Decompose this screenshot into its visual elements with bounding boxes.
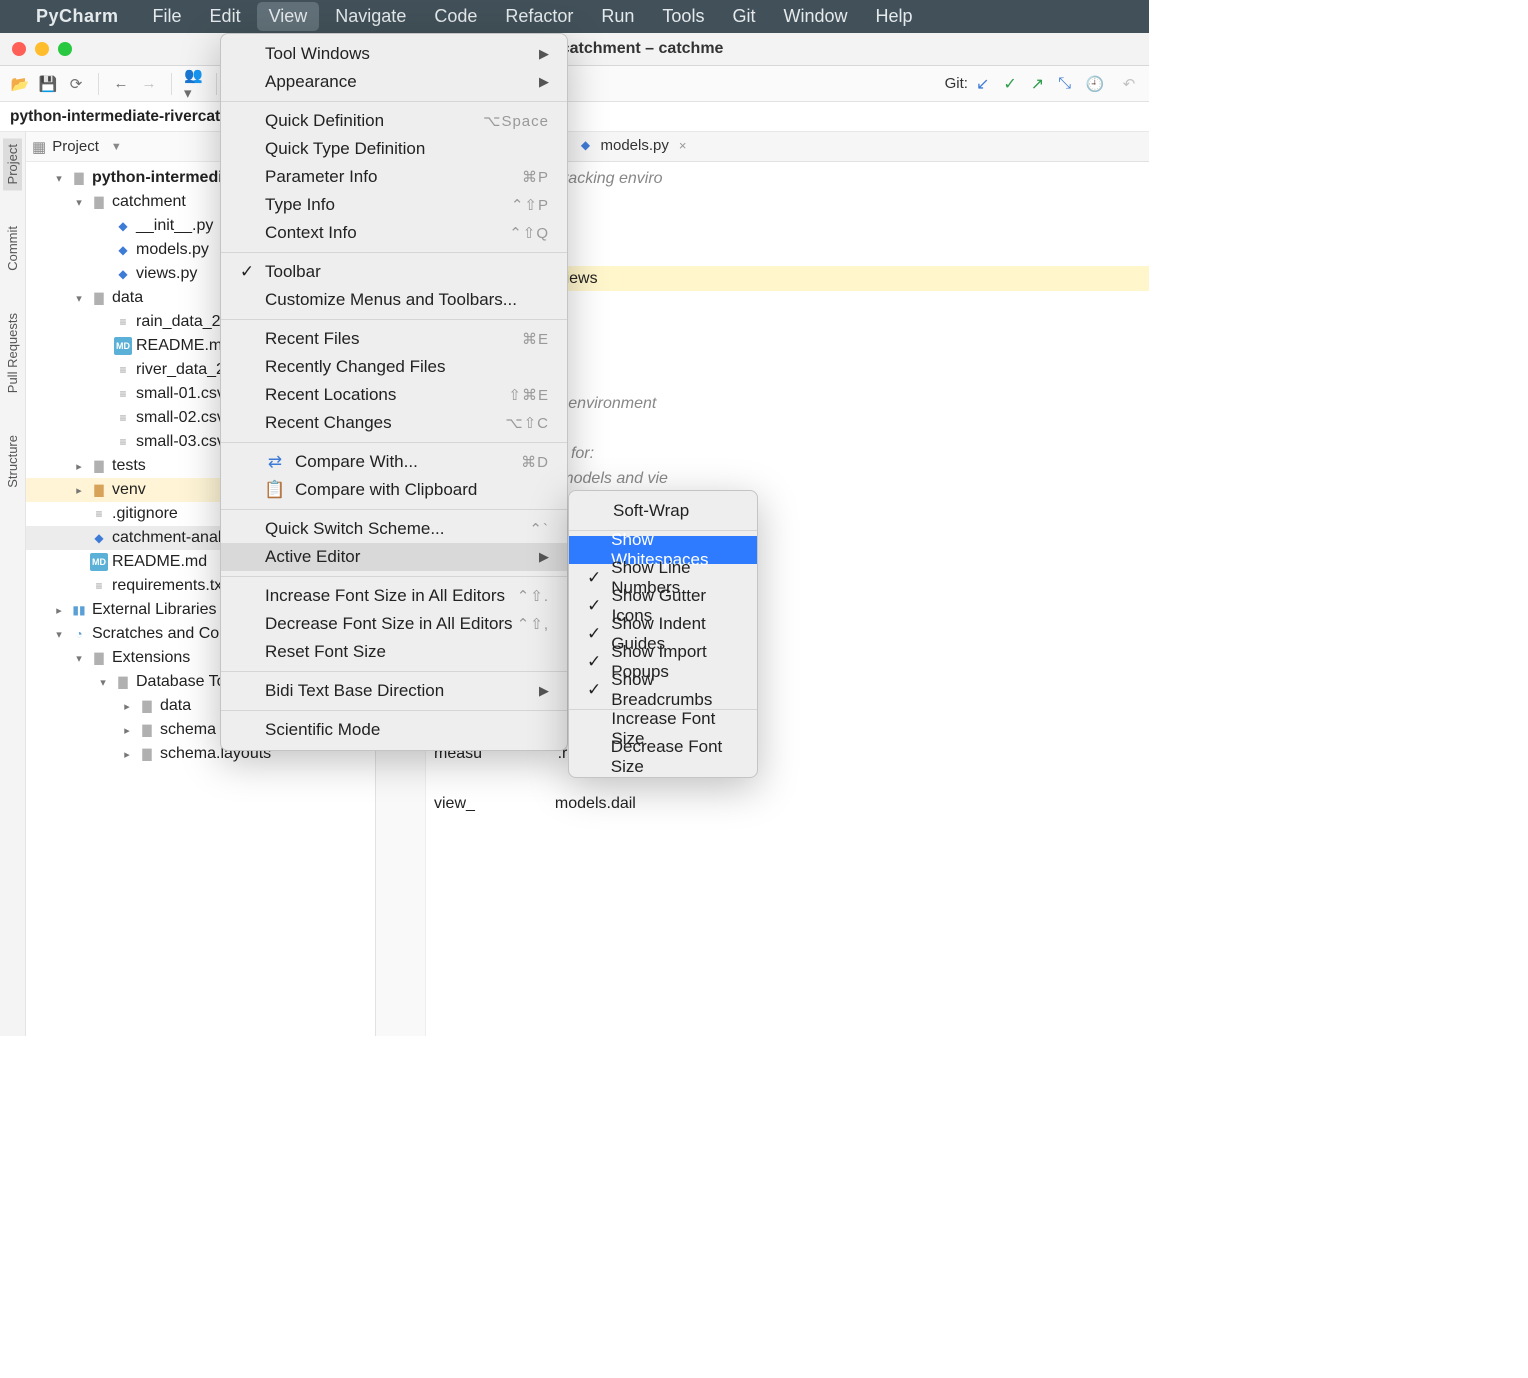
git-pull-icon[interactable]: ↙: [976, 74, 989, 94]
menu-item-bidi-text-base-direction[interactable]: Bidi Text Base Direction▶: [221, 677, 567, 705]
menu-item-recent-files[interactable]: Recent Files⌘E: [221, 325, 567, 353]
git-push-icon[interactable]: ↗: [1031, 74, 1044, 94]
tool-tab-pull-requests[interactable]: Pull Requests: [3, 307, 22, 399]
menu-item-compare-with-clipboard[interactable]: 📋Compare with Clipboard: [221, 476, 567, 504]
menu-item-recently-changed-files[interactable]: Recently Changed Files: [221, 353, 567, 381]
menu-item-scientific-mode[interactable]: Scientific Mode: [221, 716, 567, 744]
left-tool-tabs: Project Commit Pull Requests Structure: [0, 132, 26, 1036]
menu-item-quick-definition[interactable]: Quick Definition⌥Space: [221, 107, 567, 135]
active-editor-submenu: Soft-WrapShow Whitespaces✓Show Line Numb…: [568, 490, 758, 778]
open-folder-icon[interactable]: 📂: [10, 74, 30, 94]
menu-item-recent-changes[interactable]: Recent Changes⌥⇧C: [221, 409, 567, 437]
menu-item-toolbar[interactable]: ✓Toolbar: [221, 258, 567, 286]
editor-tab[interactable]: ◆models.py×: [566, 132, 696, 161]
git-label: Git:: [945, 75, 968, 92]
menubar-git[interactable]: Git: [720, 2, 767, 31]
macos-menubar: PyCharm FileEditViewNavigateCodeRefactor…: [0, 0, 1149, 33]
close-window-icon[interactable]: [12, 42, 26, 56]
save-icon[interactable]: 💾: [38, 74, 58, 94]
sidebar-title[interactable]: Project: [52, 138, 99, 155]
history-icon[interactable]: 🕘: [1085, 74, 1105, 94]
menubar-edit[interactable]: Edit: [198, 2, 253, 31]
refresh-icon[interactable]: ⟳: [66, 74, 86, 94]
maximize-window-icon[interactable]: [58, 42, 72, 56]
users-icon[interactable]: 👥▾: [184, 74, 204, 94]
menubar-window[interactable]: Window: [771, 2, 859, 31]
menu-item-quick-switch-scheme-[interactable]: Quick Switch Scheme...⌃`: [221, 515, 567, 543]
view-menu: Tool Windows▶Appearance▶ Quick Definition…: [220, 33, 568, 751]
menubar-run[interactable]: Run: [589, 2, 646, 31]
menu-item-context-info[interactable]: Context Info⌃⇧Q: [221, 219, 567, 247]
menu-item-tool-windows[interactable]: Tool Windows▶: [221, 40, 567, 68]
menubar-tools[interactable]: Tools: [650, 2, 716, 31]
forward-icon[interactable]: →: [139, 74, 159, 94]
menubar-refactor[interactable]: Refactor: [493, 2, 585, 31]
git-update-icon[interactable]: ⤡: [1058, 75, 1071, 93]
menu-item-parameter-info[interactable]: Parameter Info⌘P: [221, 163, 567, 191]
menu-item-show-breadcrumbs[interactable]: ✓Show Breadcrumbs: [569, 676, 757, 704]
menubar-file[interactable]: File: [141, 2, 194, 31]
menu-item-decrease-font-size[interactable]: Decrease Font Size: [569, 743, 757, 771]
tool-tab-structure[interactable]: Structure: [3, 429, 22, 494]
menu-item-reset-font-size[interactable]: Reset Font Size: [221, 638, 567, 666]
menubar-help[interactable]: Help: [864, 2, 925, 31]
menu-item-appearance[interactable]: Appearance▶: [221, 68, 567, 96]
app-name[interactable]: PyCharm: [36, 6, 119, 27]
tool-tab-commit[interactable]: Commit: [3, 220, 22, 277]
menu-item-decrease-font-size-in-all-editors[interactable]: Decrease Font Size in All Editors⌃⇧,: [221, 610, 567, 638]
menu-item-active-editor[interactable]: Active Editor▶: [221, 543, 567, 571]
menubar-code[interactable]: Code: [422, 2, 489, 31]
back-icon[interactable]: ←: [111, 74, 131, 94]
undo-icon[interactable]: ↶: [1119, 74, 1139, 94]
toolbar: 📂 💾 ⟳ ← → 👥▾ Git: ↙ ✓ ↗ ⤡ 🕘 ↶: [0, 66, 1149, 102]
menu-item-quick-type-definition[interactable]: Quick Type Definition: [221, 135, 567, 163]
menu-item-customize-menus-and-toolbars-[interactable]: Customize Menus and Toolbars...: [221, 286, 567, 314]
menu-item-soft-wrap[interactable]: Soft-Wrap: [569, 497, 757, 525]
menubar-view[interactable]: View: [257, 2, 320, 31]
tool-tab-project[interactable]: Project: [3, 138, 22, 190]
menu-item-recent-locations[interactable]: Recent Locations⇧⌘E: [221, 381, 567, 409]
chevron-down-icon[interactable]: ▼: [111, 141, 122, 153]
menu-item-increase-font-size-in-all-editors[interactable]: Increase Font Size in All Editors⌃⇧.: [221, 582, 567, 610]
menu-item-compare-with-[interactable]: ⇄Compare With...⌘D: [221, 448, 567, 476]
minimize-window-icon[interactable]: [35, 42, 49, 56]
git-commit-icon[interactable]: ✓: [1003, 74, 1016, 94]
window-titlebar: intermediate-rivercatchment – catchme: [0, 33, 1149, 66]
menubar-navigate[interactable]: Navigate: [323, 2, 418, 31]
menu-item-type-info[interactable]: Type Info⌃⇧P: [221, 191, 567, 219]
close-tab-icon[interactable]: ×: [679, 138, 687, 153]
breadcrumb[interactable]: python-intermediate-rivercatc: [10, 108, 229, 126]
breadcrumb-bar: python-intermediate-rivercatc: [0, 102, 1149, 132]
